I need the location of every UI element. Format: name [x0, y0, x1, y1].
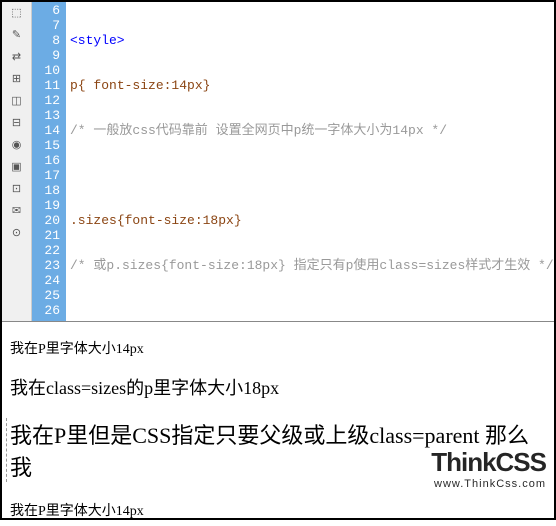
- code-content[interactable]: <style> p{ font-size:14px} /* 一般放css代码靠前…: [66, 2, 554, 321]
- line-number: 21: [32, 228, 60, 243]
- tool-icon[interactable]: ✉: [8, 202, 26, 218]
- css-selector: p: [70, 78, 78, 93]
- tool-icon[interactable]: ▣: [8, 158, 26, 174]
- tool-icon[interactable]: ⬚: [8, 4, 26, 20]
- line-number: 25: [32, 288, 60, 303]
- tool-icon[interactable]: ⊞: [8, 70, 26, 86]
- line-number: 17: [32, 168, 60, 183]
- code-tag: <style>: [70, 33, 125, 48]
- line-number: 19: [32, 198, 60, 213]
- browser-preview: 我在P里字体大小14px 我在class=sizes的p里字体大小18px 我在…: [2, 322, 554, 526]
- tool-icon[interactable]: ⊙: [8, 224, 26, 240]
- css-rule: { font-size:14px}: [78, 78, 211, 93]
- css-rule: {font-size:18px}: [117, 213, 242, 228]
- line-number: 11: [32, 78, 60, 93]
- line-number: 13: [32, 108, 60, 123]
- line-number: 12: [32, 93, 60, 108]
- css-selector: .sizes: [70, 213, 117, 228]
- tool-icon[interactable]: ⇄: [8, 48, 26, 64]
- preview-text-14: 我在P里字体大小14px: [10, 500, 546, 520]
- line-number: 16: [32, 153, 60, 168]
- line-number: 8: [32, 33, 60, 48]
- line-number: 22: [32, 243, 60, 258]
- css-comment: /* 或p.sizes{font-size:18px} 指定只有p使用class…: [70, 258, 554, 273]
- tool-icon[interactable]: ✎: [8, 26, 26, 42]
- line-number-gutter: 67891011121314151617181920212223242526: [32, 2, 66, 321]
- line-number: 18: [32, 183, 60, 198]
- line-number: 9: [32, 48, 60, 63]
- tool-icon[interactable]: ⊡: [8, 180, 26, 196]
- code-editor: ⬚ ✎ ⇄ ⊞ ◫ ⊟ ◉ ▣ ⊡ ✉ ⊙ 678910111213141516…: [2, 2, 554, 322]
- line-number: 15: [32, 138, 60, 153]
- editor-toolbar: ⬚ ✎ ⇄ ⊞ ◫ ⊟ ◉ ▣ ⊡ ✉ ⊙: [2, 2, 32, 321]
- line-number: 20: [32, 213, 60, 228]
- tool-icon[interactable]: ⊟: [8, 114, 26, 130]
- tool-icon[interactable]: ◫: [8, 92, 26, 108]
- line-number: 7: [32, 18, 60, 33]
- line-number: 23: [32, 258, 60, 273]
- line-number: 14: [32, 123, 60, 138]
- line-number: 24: [32, 273, 60, 288]
- preview-text-14: 我在P里字体大小14px: [10, 338, 546, 358]
- line-number: 6: [32, 3, 60, 18]
- css-comment: /* 一般放css代码靠前 设置全网页中p统一字体大小为14px */: [70, 123, 447, 138]
- line-number: 26: [32, 303, 60, 318]
- preview-text-18: 我在class=sizes的p里字体大小18px: [10, 374, 546, 400]
- preview-text-22: 我在P里但是CSS指定只要父级或上级class=parent 那么我: [10, 418, 546, 482]
- line-number: 10: [32, 63, 60, 78]
- tool-icon[interactable]: ◉: [8, 136, 26, 152]
